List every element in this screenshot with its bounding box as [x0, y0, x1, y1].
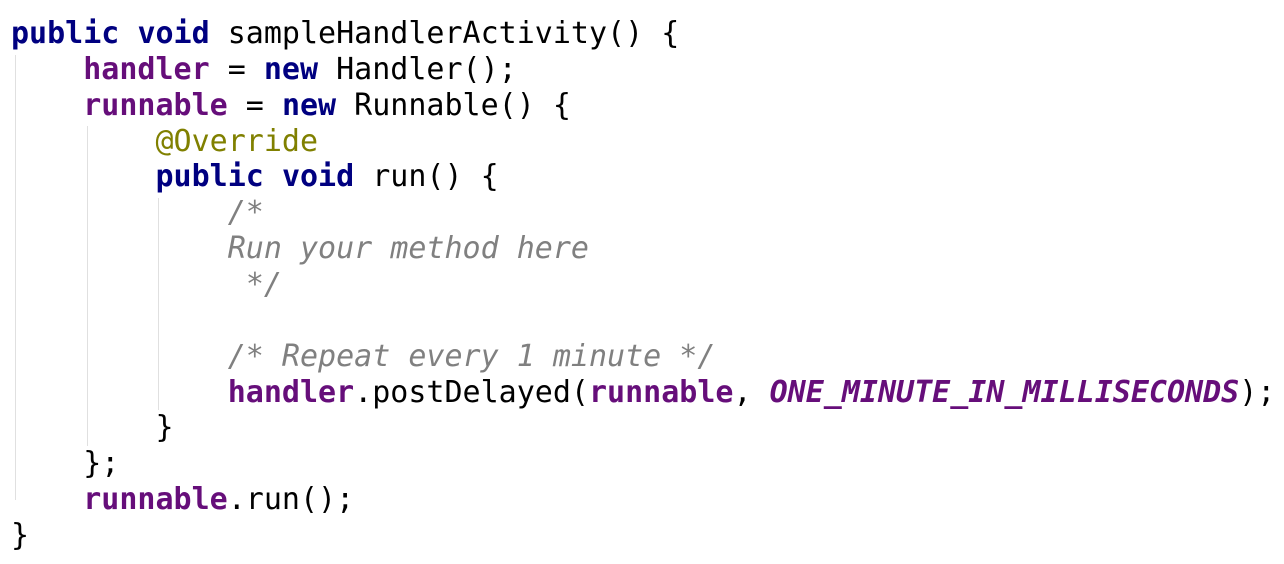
code-line[interactable]: /* Repeat every 1 minute */ — [11, 338, 716, 375]
code-token-field: runnable — [83, 87, 228, 123]
code-token-field: runnable — [83, 482, 228, 518]
code-line[interactable]: runnable.run(); — [11, 482, 354, 518]
code-line[interactable]: @Override — [11, 123, 319, 160]
code-token-keyword: void — [281, 159, 355, 195]
code-line[interactable]: Run your method here — [11, 231, 589, 267]
code-token-plain: } — [11, 410, 174, 446]
code-token-plain: .postDelayed( — [354, 374, 589, 410]
code-token-keyword: public — [155, 159, 264, 195]
code-token-keyword: new — [281, 87, 337, 123]
code-line[interactable]: public void run() { — [11, 159, 499, 195]
code-token-plain: = — [209, 51, 264, 87]
code-token-plain: , — [733, 374, 770, 410]
code-token-plain: = — [227, 87, 282, 123]
code-token-plain: }; — [11, 446, 120, 482]
code-line[interactable]: } — [11, 410, 174, 446]
code-token-plain: .run(); — [227, 482, 355, 518]
code-token-keyword: void — [137, 16, 210, 51]
code-line[interactable]: handler.postDelayed(runnable, ONE_MINUTE… — [11, 374, 1276, 411]
code-token-comment: Run your method here — [227, 231, 589, 267]
code-line[interactable]: }; — [11, 446, 119, 482]
code-token-plain: ); — [1239, 374, 1276, 410]
code-editor[interactable]: public void sampleHandlerActivity() { ha… — [0, 0, 1284, 564]
code-line[interactable]: */ — [11, 267, 282, 303]
code-token-field: handler — [227, 374, 355, 410]
code-line[interactable]: runnable = new Runnable() { — [11, 88, 571, 124]
code-line[interactable]: } — [11, 518, 29, 554]
code-line[interactable]: /* — [11, 195, 264, 231]
code-token-plain: sampleHandlerActivity() { — [209, 16, 680, 51]
code-token-keyword: public — [11, 16, 120, 51]
code-line[interactable]: handler = new Handler(); — [11, 52, 517, 88]
code-token-comment: /* — [227, 195, 264, 231]
code-line[interactable]: public void sampleHandlerActivity() { — [11, 16, 679, 52]
code-token-field: runnable — [589, 374, 734, 410]
code-token-comment: */ — [245, 266, 282, 302]
code-token-annotation: @Override — [155, 123, 319, 159]
code-token-plain: Handler(); — [318, 51, 517, 87]
code-token-keyword: new — [263, 51, 319, 87]
code-token-constant: ONE_MINUTE_IN_MILLISECONDS — [769, 374, 1240, 410]
code-token-plain: Runnable() { — [336, 87, 571, 123]
code-token-plain: run() { — [354, 159, 499, 195]
code-token-field: handler — [83, 51, 210, 87]
code-token-comment: /* Repeat every 1 minute */ — [227, 338, 716, 374]
code-token-plain: } — [11, 517, 30, 553]
